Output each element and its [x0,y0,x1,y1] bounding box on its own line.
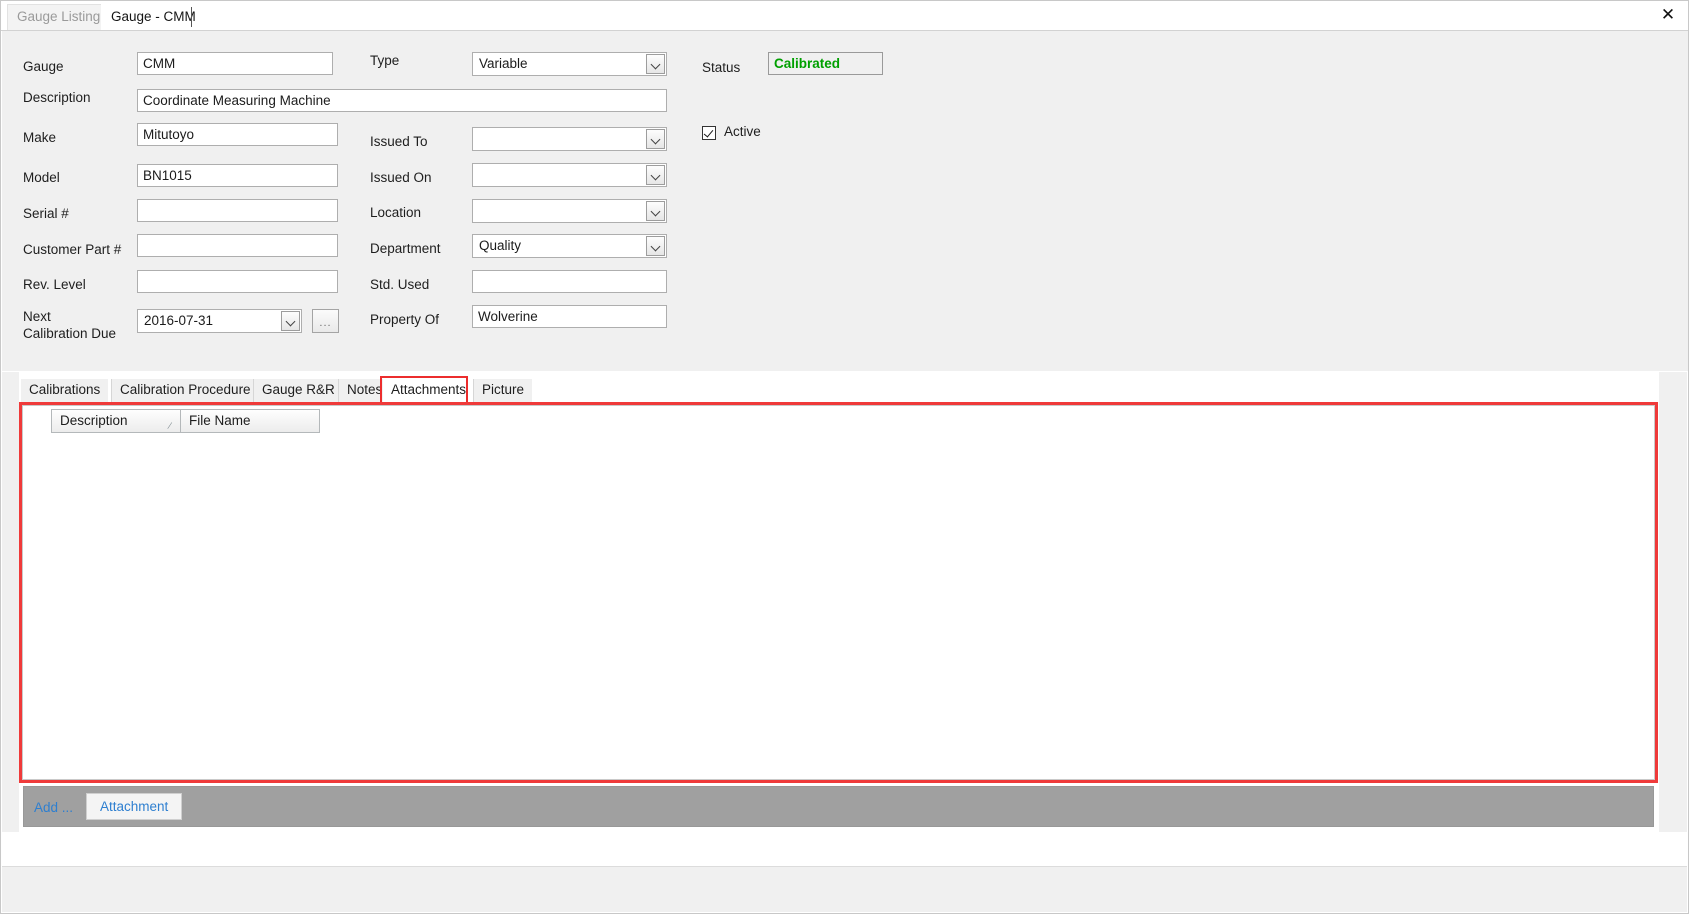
column-header-description[interactable]: Description ⁄ [51,409,181,433]
label-description: Description [23,90,91,105]
type-value: Variable [479,56,528,71]
label-location: Location [370,205,422,220]
model-input[interactable] [137,164,338,187]
chevron-down-icon[interactable] [281,311,300,331]
status-value: Calibrated [768,52,883,75]
label-serial-number: Serial # [23,206,69,221]
chevron-down-icon[interactable] [646,236,665,256]
document-tab-gauge-listing[interactable]: Gauge Listing [7,4,111,30]
label-issued-on: Issued On [370,170,432,185]
active-checkbox-label: Active [724,124,761,139]
tab-calibration-procedure[interactable]: Calibration Procedure [111,379,259,402]
gauge-form-panel: Gauge Description Make Model Serial # Cu… [2,31,1688,371]
department-dropdown[interactable]: Quality [472,234,667,258]
close-icon[interactable]: ✕ [1656,3,1680,27]
description-input[interactable] [137,89,667,112]
next-calibration-due-dropdown[interactable]: 2016-07-31 [137,309,302,333]
checkbox-check-icon [702,126,716,140]
rev-level-input[interactable] [137,270,338,293]
add-label[interactable]: Add ... [34,800,73,815]
serial-number-input[interactable] [137,199,338,222]
gauge-detail-window: Gauge Listing Gauge - CMM ✕ Gauge Descri… [0,0,1689,914]
gauge-input[interactable] [137,52,333,75]
label-make: Make [23,130,57,145]
attachments-action-bar: Add ... Attachment [23,786,1654,827]
label-customer-part-number: Customer Part # [23,242,122,257]
tab-attachments[interactable]: Attachments [383,379,475,402]
make-input[interactable] [137,123,338,146]
property-of-input[interactable] [472,305,667,328]
chevron-down-icon[interactable] [646,165,665,185]
std-used-input[interactable] [472,270,667,293]
label-std-used: Std. Used [370,277,430,292]
column-header-file-name[interactable]: File Name [181,409,320,433]
next-calibration-due-value: 2016-07-31 [144,313,214,328]
label-status: Status [702,60,741,75]
text-caret [191,7,192,27]
tab-calibrations[interactable]: Calibrations [21,379,109,402]
customer-part-number-input[interactable] [137,234,338,257]
label-next-calibration-due-line2: Calibration Due [23,326,117,341]
tab-picture[interactable]: Picture [473,379,533,402]
label-gauge: Gauge [23,59,64,74]
label-next-calibration-due-line1: Next [23,309,51,324]
next-calibration-due-picker-button[interactable]: ... [312,309,339,333]
document-tab-bar: Gauge Listing Gauge - CMM ✕ [1,1,1688,31]
label-property-of: Property Of [370,312,440,327]
chevron-down-icon[interactable] [646,54,665,74]
add-attachment-button[interactable]: Attachment [86,793,183,820]
department-value: Quality [479,238,522,253]
type-dropdown[interactable]: Variable [472,52,667,76]
document-tab-label: Gauge - CMM [111,9,196,24]
tab-gauge-rr[interactable]: Gauge R&R [253,379,343,402]
issued-on-dropdown[interactable] [472,163,667,187]
attachments-grid-highlight: Description ⁄ File Name [19,402,1658,783]
label-rev-level: Rev. Level [23,277,86,292]
column-header-label: Description [60,413,128,428]
location-dropdown[interactable] [472,199,667,223]
attachments-grid[interactable]: Description ⁄ File Name [22,405,1655,780]
label-model: Model [23,170,60,185]
window-footer [2,866,1687,912]
label-department: Department [370,241,441,256]
document-tab-label: Gauge Listing [17,9,101,24]
label-issued-to: Issued To [370,134,428,149]
chevron-down-icon[interactable] [646,201,665,221]
attachments-grid-body[interactable] [24,434,1653,778]
left-gutter [2,372,19,832]
right-gutter [1659,372,1687,832]
chevron-down-icon[interactable] [646,129,665,149]
column-header-label: File Name [189,413,251,428]
label-type: Type [370,53,400,68]
attachments-grid-header: Description ⁄ File Name [51,409,320,433]
issued-to-dropdown[interactable] [472,127,667,151]
